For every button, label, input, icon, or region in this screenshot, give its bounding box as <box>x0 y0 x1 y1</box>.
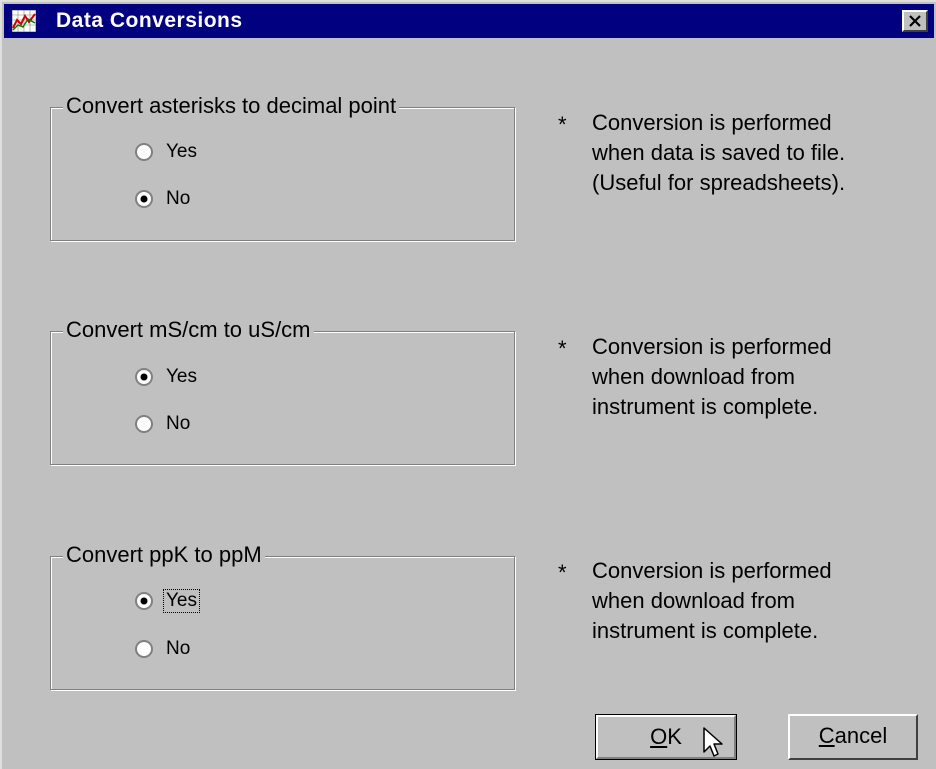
note-line: instrument is complete. <box>592 394 819 419</box>
radio-unchecked-icon <box>135 415 153 433</box>
group-legend: Convert asterisks to decimal point <box>63 93 400 119</box>
mouse-pointer-icon <box>703 727 723 757</box>
data-conversions-dialog: Data Conversions Convert asterisks to de… <box>0 0 936 769</box>
salinity-conversion-group: Convert ppK to ppM <box>50 542 515 690</box>
radio-label: Yes <box>166 366 197 387</box>
chart-app-icon <box>12 10 36 32</box>
radio-label: No <box>166 188 191 209</box>
ok-label-rest: K <box>667 724 682 749</box>
radio-label: No <box>166 638 191 659</box>
cancel-label-rest: ancel <box>834 723 888 748</box>
conductivity-no-radio[interactable]: No <box>134 413 192 435</box>
close-button[interactable] <box>902 10 928 32</box>
note-line: when data is saved to file. <box>592 140 846 165</box>
radio-label: Yes <box>163 589 200 613</box>
asterisk-conversion-group: Convert asterisks to decimal point <box>50 93 515 241</box>
radio-checked-icon <box>135 368 153 386</box>
note-line: (Useful for spreadsheets). <box>592 170 846 195</box>
asterisk-yes-radio[interactable]: Yes <box>134 141 199 163</box>
note-asterisk: * <box>558 112 567 137</box>
radio-label: Yes <box>166 141 197 162</box>
conductivity-conversion-group: Convert mS/cm to uS/cm <box>50 317 515 465</box>
note-line: Conversion is performed <box>592 334 832 359</box>
salinity-yes-radio[interactable]: Yes <box>134 589 200 613</box>
window-title: Data Conversions <box>56 9 243 32</box>
note-line: Conversion is performed <box>592 110 832 135</box>
note-line: when download from <box>592 588 796 613</box>
ok-mnemonic: O <box>650 724 668 749</box>
title-bar[interactable]: Data Conversions <box>4 4 934 38</box>
radio-unchecked-icon <box>135 640 153 658</box>
cancel-mnemonic: C <box>818 723 835 748</box>
radio-checked-icon <box>135 592 153 610</box>
radio-label: No <box>166 413 191 434</box>
group-legend: Convert ppK to ppM <box>63 542 265 568</box>
note-line: Conversion is performed <box>592 558 832 583</box>
conductivity-yes-radio[interactable]: Yes <box>134 366 199 388</box>
cancel-button[interactable]: Cancel <box>788 714 918 760</box>
radio-unchecked-icon <box>135 143 153 161</box>
salinity-no-radio[interactable]: No <box>134 638 192 660</box>
close-icon <box>909 15 921 27</box>
note-line: instrument is complete. <box>592 618 819 643</box>
group-legend: Convert mS/cm to uS/cm <box>63 317 314 343</box>
asterisk-no-radio[interactable]: No <box>134 188 192 210</box>
radio-checked-icon <box>135 190 153 208</box>
note-asterisk: * <box>558 336 567 361</box>
note-asterisk: * <box>558 560 567 585</box>
note-line: when download from <box>592 364 796 389</box>
